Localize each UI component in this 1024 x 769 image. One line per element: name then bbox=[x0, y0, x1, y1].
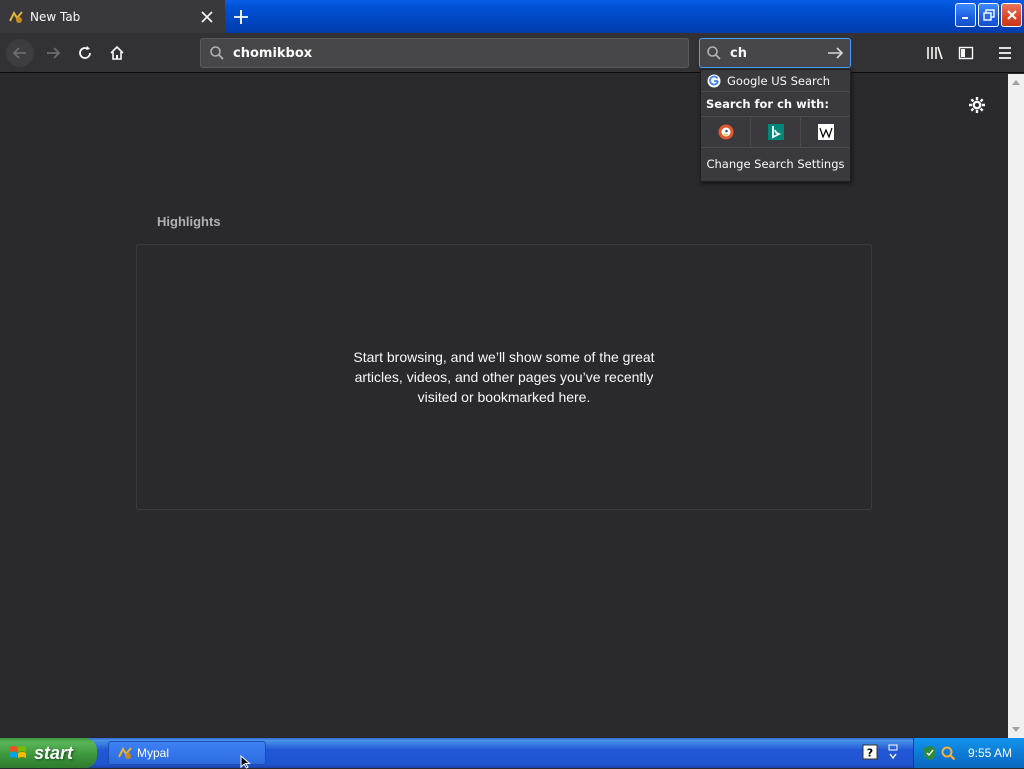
default-engine-item[interactable]: Google US Search bbox=[701, 70, 850, 92]
magnifier-icon[interactable] bbox=[940, 745, 956, 761]
engine-duckduckgo[interactable] bbox=[701, 117, 751, 147]
help-icon[interactable]: ? bbox=[862, 744, 878, 760]
shield-icon[interactable] bbox=[922, 745, 938, 761]
reload-button[interactable] bbox=[71, 39, 99, 67]
system-tray: 9:55 AM bbox=[913, 738, 1024, 768]
mypal-icon bbox=[118, 746, 132, 759]
bing-icon bbox=[767, 124, 784, 140]
sidebar-toggle-button[interactable] bbox=[952, 39, 980, 67]
mypal-icon bbox=[9, 10, 23, 23]
arrow-right-icon bbox=[47, 47, 61, 59]
home-button[interactable] bbox=[103, 39, 131, 67]
scroll-up-arrow-icon[interactable] bbox=[1008, 74, 1024, 90]
engine-wikipedia[interactable] bbox=[801, 117, 850, 147]
task-label: Mypal bbox=[137, 746, 170, 760]
highlights-panel: Start browsing, and we’ll show some of t… bbox=[136, 244, 872, 510]
start-label: start bbox=[34, 742, 74, 763]
change-search-settings-button[interactable]: Change Search Settings bbox=[701, 148, 850, 180]
mouse-cursor-icon bbox=[240, 755, 251, 769]
google-icon bbox=[707, 74, 721, 87]
reload-icon bbox=[79, 46, 91, 59]
alternate-engines-row bbox=[701, 116, 850, 148]
library-icon bbox=[927, 46, 943, 60]
windows-flag-icon bbox=[10, 746, 26, 758]
scroll-down-arrow-icon[interactable] bbox=[1008, 722, 1024, 738]
engine-bing[interactable] bbox=[751, 117, 801, 147]
search-input-value[interactable]: ch bbox=[730, 46, 824, 61]
url-input-value[interactable]: chomikbox bbox=[233, 46, 312, 61]
search-icon bbox=[210, 46, 224, 60]
duckduckgo-icon bbox=[718, 124, 733, 140]
highlights-empty-message: Start browsing, and we’ll show some of t… bbox=[353, 349, 655, 405]
menu-button[interactable] bbox=[991, 39, 1019, 67]
navigation-toolbar: chomikbox ch bbox=[0, 33, 1024, 73]
clock: 9:55 AM bbox=[968, 746, 1013, 760]
gear-icon[interactable] bbox=[967, 95, 987, 115]
page-scrollbar[interactable] bbox=[1008, 74, 1024, 738]
arrow-left-icon bbox=[12, 47, 26, 59]
forward-button[interactable] bbox=[39, 39, 67, 67]
close-window-button[interactable] bbox=[1001, 3, 1022, 27]
wikipedia-icon bbox=[817, 124, 834, 140]
search-go-arrow-icon[interactable] bbox=[824, 41, 848, 65]
restore-button[interactable] bbox=[978, 3, 999, 27]
start-button[interactable]: start bbox=[0, 738, 97, 768]
windows-taskbar: start Mypal ? 9:55 AM bbox=[0, 738, 1024, 768]
search-bar[interactable]: ch bbox=[699, 38, 851, 68]
default-engine-label: Google US Search bbox=[727, 73, 831, 88]
url-bar[interactable]: chomikbox bbox=[200, 38, 689, 68]
back-button[interactable] bbox=[6, 39, 34, 67]
highlights-heading: Highlights bbox=[157, 214, 221, 229]
tab-new-tab[interactable]: New Tab bbox=[0, 0, 225, 33]
tab-close-icon[interactable] bbox=[197, 7, 217, 27]
title-bar: New Tab bbox=[0, 0, 1024, 33]
search-with-label: Search for ch with: bbox=[706, 97, 829, 111]
library-button[interactable] bbox=[921, 39, 949, 67]
minimize-button[interactable] bbox=[955, 3, 976, 27]
search-icon bbox=[707, 46, 721, 60]
hamburger-menu-icon bbox=[999, 47, 1011, 59]
search-suggestions-popup: Google US Search Search for ch with: Cha… bbox=[700, 69, 851, 182]
new-tab-plus-icon[interactable] bbox=[228, 4, 254, 30]
svg-text:?: ? bbox=[867, 747, 873, 760]
network-icon[interactable] bbox=[886, 742, 900, 764]
home-icon bbox=[110, 45, 124, 60]
tab-title: New Tab bbox=[30, 9, 81, 24]
sidebar-icon bbox=[958, 46, 974, 60]
